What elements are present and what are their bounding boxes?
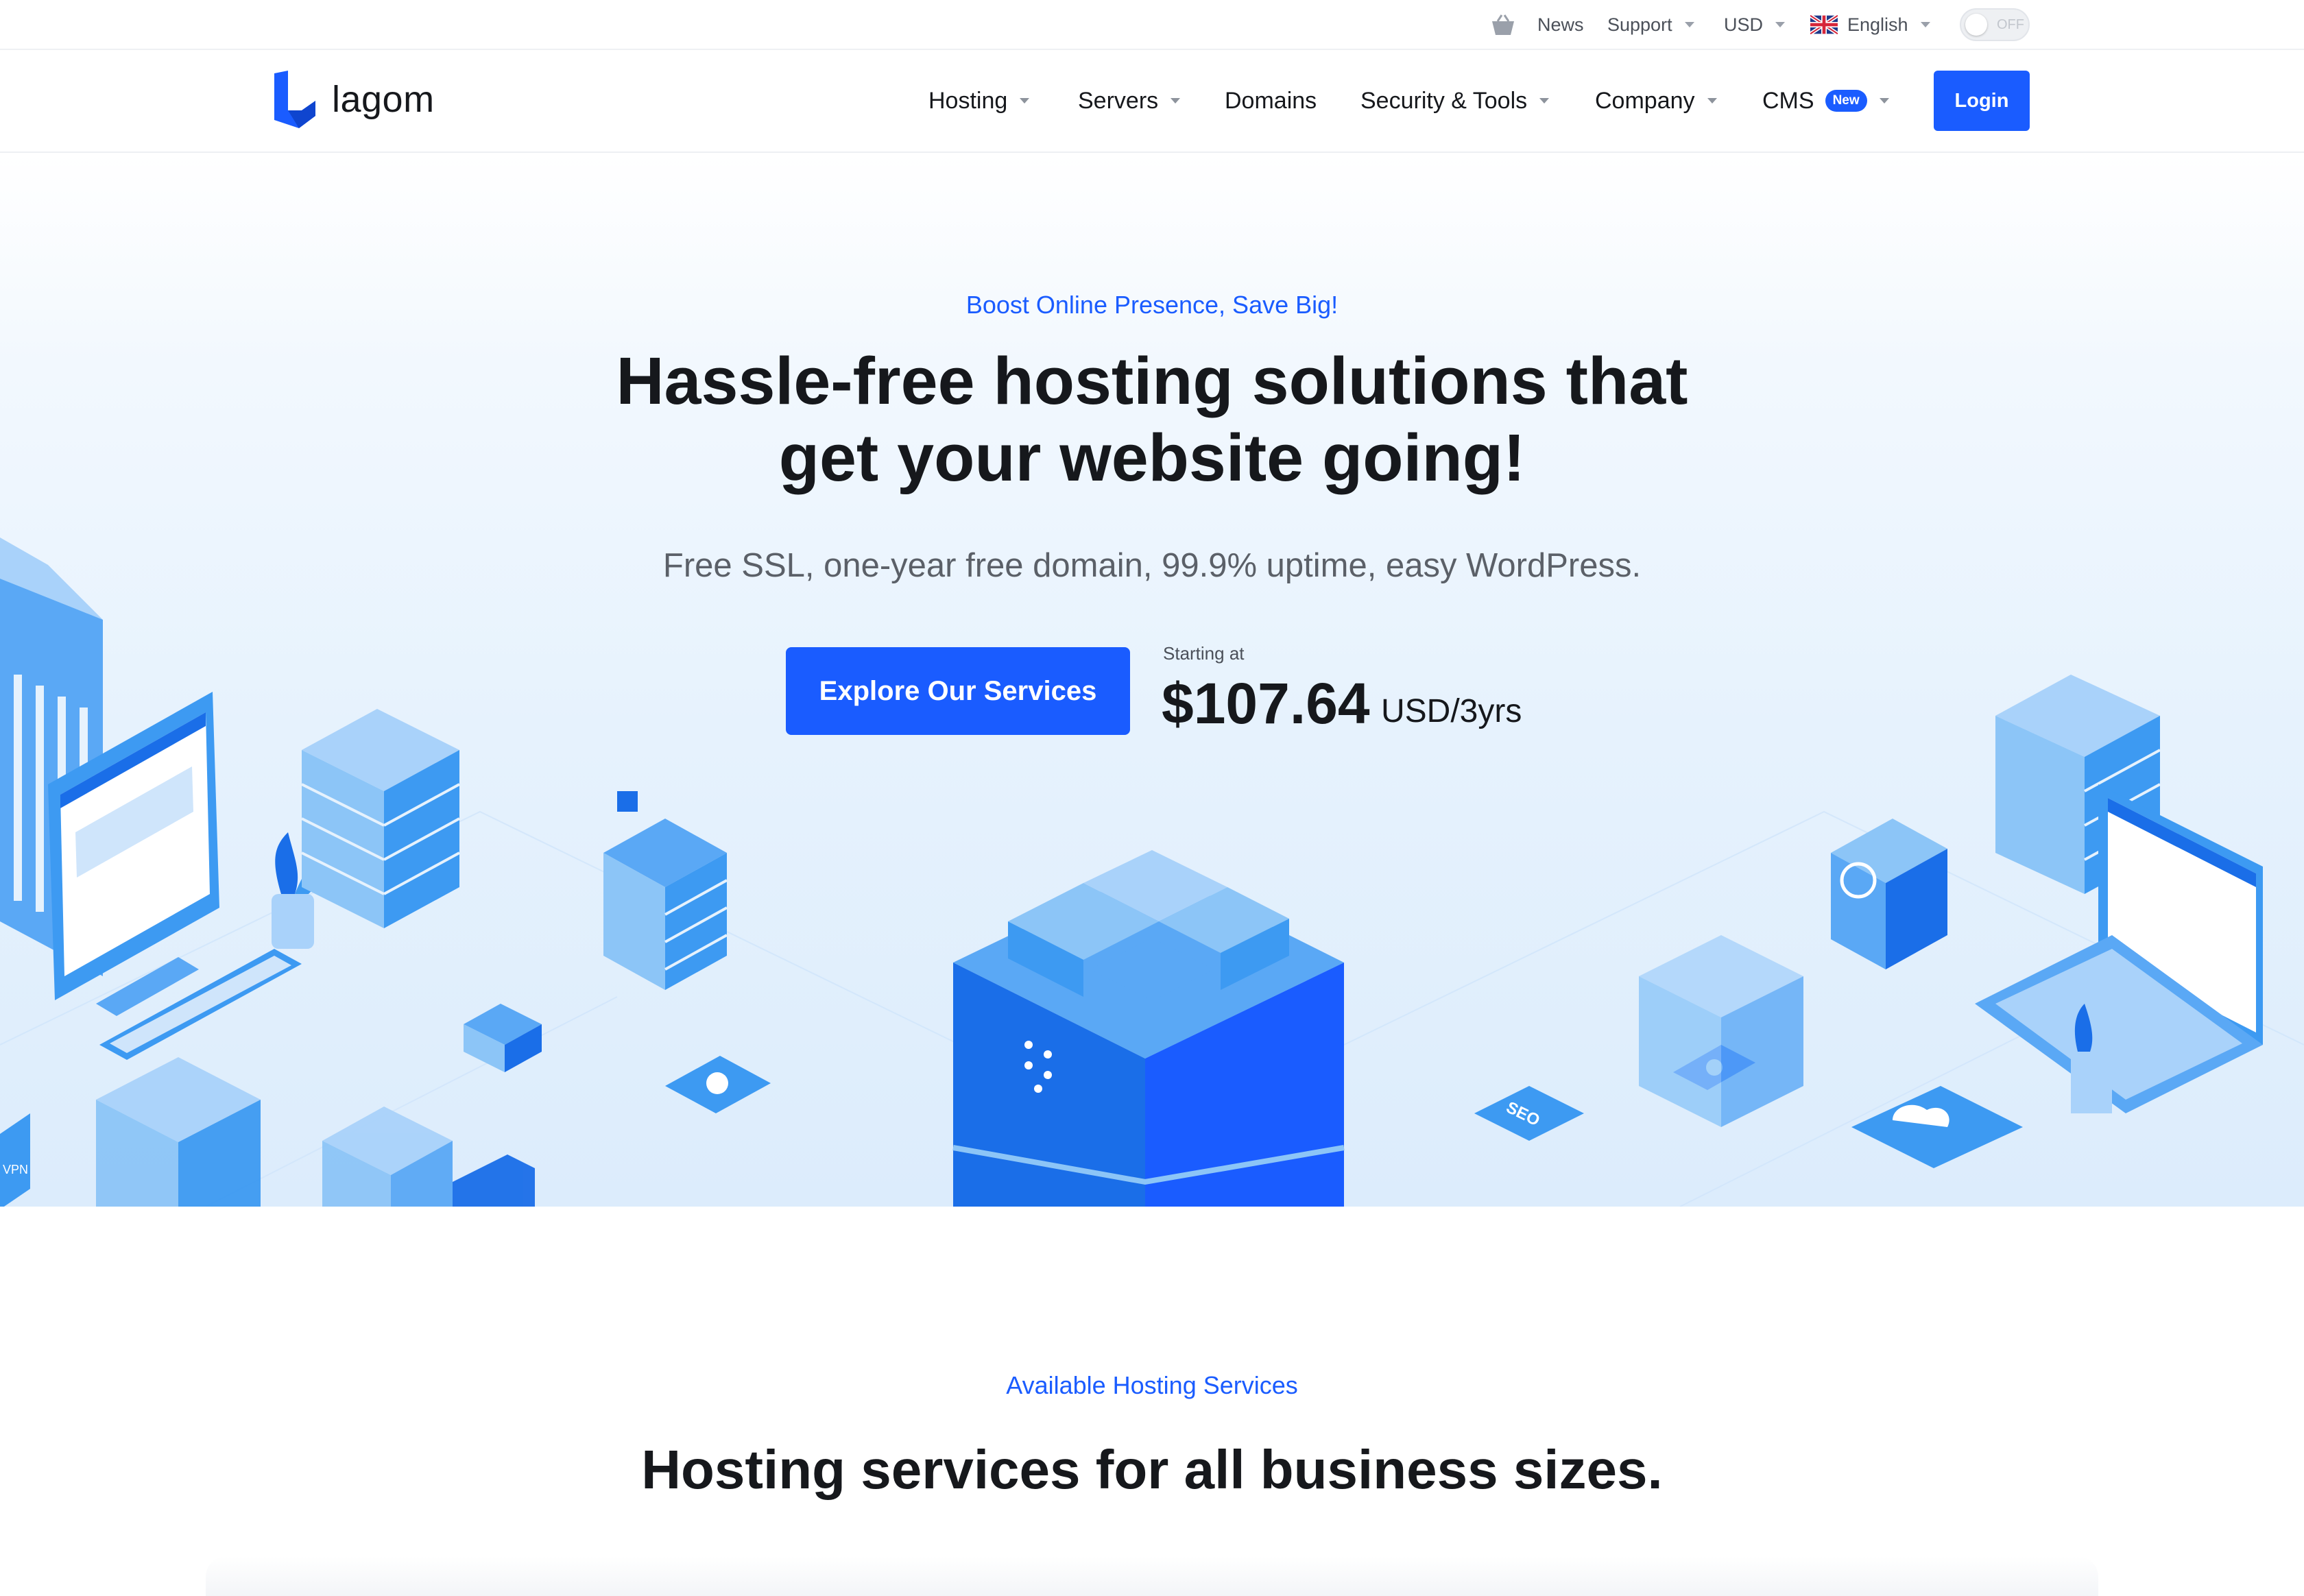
nav-servers-label: Servers: [1078, 87, 1159, 114]
language-dropdown[interactable]: English: [1810, 11, 1930, 38]
explore-services-button[interactable]: Explore Our Services: [786, 647, 1130, 735]
chevron-down-icon: [1920, 22, 1930, 27]
lagom-logo-icon: [274, 71, 315, 128]
vpn-label: VPN: [3, 1163, 28, 1176]
support-label: Support: [1607, 14, 1672, 35]
server-stack-left: [301, 709, 460, 928]
theme-toggle[interactable]: OFF: [1960, 8, 2030, 41]
sun-icon: [1965, 14, 1987, 36]
nav-company[interactable]: Company: [1595, 86, 1717, 116]
services-title: Hosting services for all business sizes.: [641, 1439, 1663, 1500]
new-badge: New: [1825, 90, 1867, 112]
hero-title: Hassle-free hosting solutions that get y…: [0, 343, 2304, 496]
brand-logo[interactable]: lagom: [273, 71, 435, 128]
hero-subtitle: Free SSL, one-year free domain, 99.9% up…: [662, 547, 1642, 584]
currency-dropdown[interactable]: USD: [1724, 11, 1786, 38]
chevron-down-icon: [1707, 98, 1717, 104]
starting-at-label: Starting at: [1163, 643, 1245, 664]
uk-flag-icon: [1810, 15, 1838, 34]
nav-domains[interactable]: Domains: [1225, 86, 1317, 116]
cart-button[interactable]: [1489, 11, 1517, 38]
nav-hosting[interactable]: Hosting: [928, 86, 1030, 116]
hero-section: VPN SEO Boost Online Presence, Save Big!…: [0, 154, 2304, 1207]
central-server-cube: [952, 850, 1345, 1207]
services-cards-edge: [206, 1556, 2098, 1596]
nav-servers[interactable]: Servers: [1078, 86, 1181, 116]
hero-title-line1: Hassle-free hosting solutions that: [616, 343, 1688, 418]
rack-small: [603, 791, 728, 990]
support-dropdown[interactable]: Support: [1607, 11, 1694, 38]
nav-domains-label: Domains: [1225, 87, 1317, 114]
price-period: USD/3yrs: [1381, 693, 1522, 729]
nav-security-tools[interactable]: Security & Tools: [1360, 86, 1550, 116]
hero-title-line2: get your website going!: [778, 420, 1526, 495]
nav-hosting-label: Hosting: [928, 87, 1008, 114]
theme-toggle-label: OFF: [1997, 17, 2024, 32]
nav-cms-label: CMS: [1762, 87, 1814, 114]
price-value: $107.64: [1162, 671, 1370, 736]
chevron-down-icon: [1020, 98, 1030, 104]
basket-icon: [1492, 14, 1514, 35]
currency-label: USD: [1724, 14, 1764, 35]
chevron-down-icon: [1775, 22, 1786, 27]
services-eyebrow: Available Hosting Services: [1006, 1371, 1298, 1399]
globe-cube: [1831, 819, 1947, 969]
nav-security-tools-label: Security & Tools: [1360, 87, 1528, 114]
mail-widget: [464, 1004, 542, 1072]
nav-company-label: Company: [1595, 87, 1695, 114]
hero-eyebrow: Boost Online Presence, Save Big!: [965, 291, 1339, 319]
cube-cluster-left: [96, 1057, 535, 1207]
language-label: English: [1847, 14, 1908, 35]
seo-tag: SEO: [1474, 1086, 1584, 1141]
login-button[interactable]: Login: [1934, 71, 2030, 131]
chevron-down-icon: [1539, 98, 1550, 104]
chevron-down-icon: [1171, 98, 1181, 104]
nav-cms[interactable]: CMS New: [1762, 86, 1889, 116]
chevron-down-icon: [1879, 98, 1889, 104]
news-link[interactable]: News: [1537, 11, 1584, 38]
clock-widget: [665, 1056, 771, 1113]
main-navigation: lagom Hosting Servers Domains Security &…: [0, 50, 2304, 153]
logo-text: lagom: [332, 79, 435, 120]
vpn-shield: VPN: [0, 1113, 30, 1207]
utility-bar: News Support USD English OFF: [0, 0, 2304, 50]
chevron-down-icon: [1684, 22, 1694, 27]
